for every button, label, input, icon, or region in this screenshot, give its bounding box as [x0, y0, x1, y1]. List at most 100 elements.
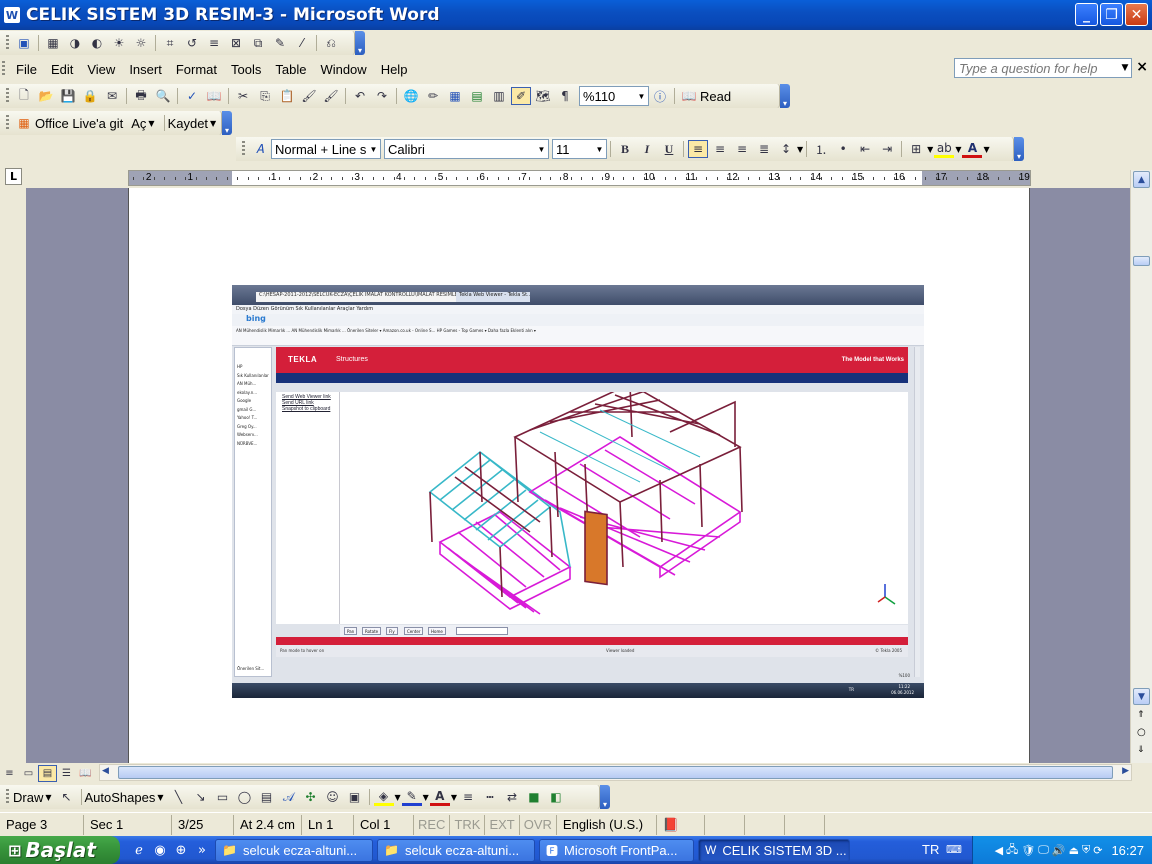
toolbar-options-chevron[interactable]: ▾: [222, 111, 232, 135]
close-document-button[interactable]: ×: [1136, 59, 1148, 75]
maximize-button[interactable]: ❐: [1100, 3, 1123, 26]
network-icon[interactable]: 🖧: [1006, 841, 1018, 860]
monitor-icon[interactable]: 🖵: [1038, 844, 1049, 857]
scroll-thumb[interactable]: [1133, 256, 1150, 266]
language-indicator[interactable]: TR: [922, 842, 939, 857]
toolbar-options-chevron[interactable]: ▾: [1014, 137, 1024, 161]
rectangle-icon[interactable]: ▭: [213, 788, 233, 806]
status-page-of[interactable]: 3/25: [172, 814, 234, 835]
fill-color-icon[interactable]: ◈: [373, 788, 394, 806]
internet-explorer-icon[interactable]: ℯ: [130, 841, 148, 859]
new-document-icon[interactable]: 🗋: [14, 87, 34, 105]
chevron-down-icon[interactable]: ▼: [797, 145, 803, 154]
style-select[interactable]: Normal + Line sp ▼: [271, 139, 381, 159]
status-section[interactable]: Sec 1: [84, 814, 172, 835]
help-dropdown-icon[interactable]: ▼: [1118, 58, 1132, 78]
status-page[interactable]: Page 3: [0, 814, 84, 835]
font-color-icon[interactable]: A: [962, 140, 983, 158]
line-style-icon[interactable]: ≡: [204, 34, 224, 52]
vertical-scrollbar[interactable]: ▲ ▼ ⇑ ○ ⇓: [1130, 170, 1152, 763]
format-painter-icon[interactable]: 🖌: [299, 87, 319, 105]
cut-icon[interactable]: ✂: [233, 87, 253, 105]
status-column[interactable]: Col 1: [354, 814, 414, 835]
status-ext[interactable]: EXT: [485, 814, 520, 835]
browser-icon[interactable]: ⊕: [172, 841, 190, 859]
less-brightness-icon[interactable]: ☼: [131, 34, 151, 52]
insert-picture-icon[interactable]: ▣: [14, 34, 34, 52]
chevron-down-icon[interactable]: ▼: [593, 140, 606, 158]
prev-page-icon[interactable]: ⇑: [1137, 710, 1145, 720]
picture-icon[interactable]: ▣: [345, 788, 365, 806]
menu-view[interactable]: View: [80, 62, 122, 77]
line-spacing-icon[interactable]: ↕: [776, 140, 796, 158]
bold-button[interactable]: B: [615, 140, 635, 158]
horizontal-scrollbar[interactable]: ◀ ▶: [99, 764, 1132, 781]
chevron-down-icon[interactable]: ▼: [367, 140, 380, 158]
menubar-grip[interactable]: [2, 61, 5, 77]
justify-icon[interactable]: ≣: [754, 140, 774, 158]
scroll-down-button[interactable]: ▼: [1133, 688, 1150, 705]
toolbar-options-chevron[interactable]: ▾: [600, 785, 610, 809]
tables-borders-icon[interactable]: ✏: [423, 87, 443, 105]
borders-icon[interactable]: ⊞: [906, 140, 926, 158]
spelling-icon[interactable]: ✓: [182, 87, 202, 105]
toolbar-options-chevron[interactable]: ▾: [355, 31, 365, 55]
research-icon[interactable]: 📖: [204, 87, 224, 105]
media-player-icon[interactable]: ◉: [151, 841, 169, 859]
paste-icon[interactable]: 📋: [277, 87, 297, 105]
email-icon[interactable]: ✉: [102, 87, 122, 105]
underline-button[interactable]: U: [659, 140, 679, 158]
styles-formatting-icon[interactable]: 𝐴: [250, 140, 270, 158]
menu-file[interactable]: File: [9, 62, 44, 77]
undo-icon[interactable]: ↶: [350, 87, 370, 105]
shield-icon[interactable]: 🛡: [1021, 844, 1035, 857]
scroll-left-button[interactable]: ◀: [102, 766, 109, 776]
copy-icon[interactable]: ⎘: [255, 87, 275, 105]
scroll-up-button[interactable]: ▲: [1133, 171, 1150, 188]
line-style-icon[interactable]: ≡: [458, 788, 478, 806]
italic-button[interactable]: I: [637, 140, 657, 158]
chevron-down-icon[interactable]: ▼: [955, 145, 961, 154]
align-right-icon[interactable]: ≡: [732, 140, 752, 158]
more-contrast-icon[interactable]: ◑: [65, 34, 85, 52]
chevron-down-icon[interactable]: ▼: [983, 145, 989, 154]
update-icon[interactable]: ⟳: [1093, 844, 1102, 857]
read-button[interactable]: Read: [700, 89, 731, 104]
chevron-down-icon[interactable]: ▼: [635, 87, 648, 105]
print-icon[interactable]: 🖶: [131, 87, 151, 105]
toolbar-grip[interactable]: [6, 115, 9, 131]
menu-format[interactable]: Format: [169, 62, 224, 77]
crop-icon[interactable]: ⌗: [160, 34, 180, 52]
highlight-icon[interactable]: ab: [934, 140, 955, 158]
font-color-draw-icon[interactable]: A: [429, 788, 450, 806]
toolbar-grip[interactable]: [6, 35, 9, 51]
chevron-down-icon[interactable]: ▼: [395, 793, 401, 802]
menu-window[interactable]: Window: [313, 62, 373, 77]
outline-view-icon[interactable]: ☰: [57, 765, 76, 782]
chevron-down-icon[interactable]: ▼: [535, 140, 548, 158]
hscroll-thumb[interactable]: [118, 766, 1113, 779]
embedded-screenshot[interactable]: C:\HESAP-2011-2012\SELCUK-ECZA\ÇELİK İMA…: [232, 285, 924, 698]
browse-object-icon[interactable]: ○: [1137, 727, 1146, 738]
align-left-icon[interactable]: ≡: [688, 140, 708, 158]
keyboard-icon[interactable]: ⌨: [946, 843, 962, 856]
open-folder-icon[interactable]: 📂: [36, 87, 56, 105]
hyperlink-icon[interactable]: 🌐: [401, 87, 421, 105]
format-painter2-icon[interactable]: 🖌: [321, 87, 341, 105]
font-select[interactable]: Calibri ▼: [384, 139, 549, 159]
numbering-icon[interactable]: ⒈: [811, 140, 831, 158]
volume-icon[interactable]: 🔊: [1052, 844, 1066, 857]
rotate-icon[interactable]: ↺: [182, 34, 202, 52]
toolbar-options-chevron[interactable]: ▾: [780, 84, 790, 108]
show-hide-icon[interactable]: ¶: [555, 87, 575, 105]
status-rec[interactable]: REC: [414, 814, 451, 835]
oval-icon[interactable]: ◯: [235, 788, 255, 806]
shadow-style-icon[interactable]: ■: [524, 788, 544, 806]
web-layout-icon[interactable]: ▭: [19, 765, 38, 782]
menu-tools[interactable]: Tools: [224, 62, 268, 77]
taskbar-item-folder-2[interactable]: 📁 selcuk ecza-altuni...: [377, 838, 535, 862]
set-transparent-icon[interactable]: ⁄: [292, 34, 312, 52]
status-trk[interactable]: TRK: [450, 814, 486, 835]
diagram-icon[interactable]: ✣: [301, 788, 321, 806]
columns-icon[interactable]: ▥: [489, 87, 509, 105]
